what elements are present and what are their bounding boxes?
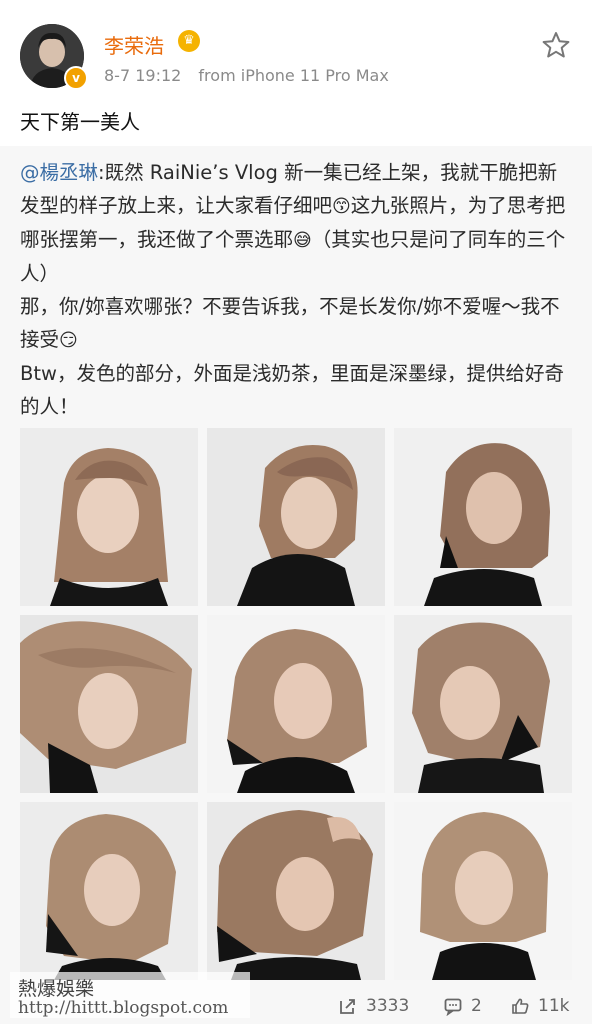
post-time: 8-7 19:12 xyxy=(104,66,182,85)
post-source: from iPhone 11 Pro Max xyxy=(198,66,389,85)
kiss-emoji-icon: 😙 xyxy=(332,196,351,217)
photo-1[interactable] xyxy=(20,428,198,606)
comment-count: 2 xyxy=(471,996,482,1016)
like-button[interactable]: 11k xyxy=(510,996,569,1016)
like-count: 11k xyxy=(538,996,570,1016)
post-meta: 8-7 19:12 from iPhone 11 Pro Max xyxy=(104,66,401,85)
photo-grid xyxy=(20,428,572,980)
repost-text-5: Btw，发色的部分，外面是浅奶茶，里面是深墨绿，提供给好奇的人！ xyxy=(20,362,564,418)
comment-icon xyxy=(444,998,462,1016)
repost-icon xyxy=(340,999,355,1014)
photo-5[interactable] xyxy=(207,615,385,793)
photo-9[interactable] xyxy=(394,802,572,980)
verified-badge-icon: v xyxy=(64,66,88,90)
mention-link[interactable]: @楊丞琳 xyxy=(20,161,98,184)
repost-count: 3333 xyxy=(366,996,410,1016)
like-icon xyxy=(512,998,529,1014)
repost-button[interactable]: 3333 xyxy=(338,996,409,1016)
watermark-title: 熱爆娛樂 xyxy=(18,978,95,1000)
repost-text: @楊丞琳:既然 RaiNie’s Vlog 新一集已经上架，我就干脆把新发型的样… xyxy=(20,156,572,423)
watermark-url: http://hittt.blogspot.com xyxy=(18,998,229,1018)
photo-3[interactable] xyxy=(394,428,572,606)
weibo-post: v 李荣浩 ♛ 8-7 19:12 from iPhone 11 Pro Max… xyxy=(0,0,592,1024)
photo-2[interactable] xyxy=(207,428,385,606)
star-icon[interactable] xyxy=(541,30,571,60)
photo-8[interactable] xyxy=(207,802,385,980)
photo-7[interactable] xyxy=(20,802,198,980)
smirk-emoji-icon: 😏 xyxy=(59,330,78,351)
photo-4[interactable] xyxy=(20,615,198,793)
comment-button[interactable]: 2 xyxy=(443,996,482,1016)
photo-6[interactable] xyxy=(394,615,572,793)
username[interactable]: 李荣浩 xyxy=(104,30,164,59)
sweat-smile-emoji-icon: 😅 xyxy=(293,230,312,251)
crown-icon: ♛ xyxy=(178,30,200,52)
post-text: 天下第一美人 xyxy=(20,110,140,134)
repost-text-4: 那，你/妳喜欢哪张？不要告诉我，不是长发你/妳不爱喔～我不接受 xyxy=(20,295,560,351)
